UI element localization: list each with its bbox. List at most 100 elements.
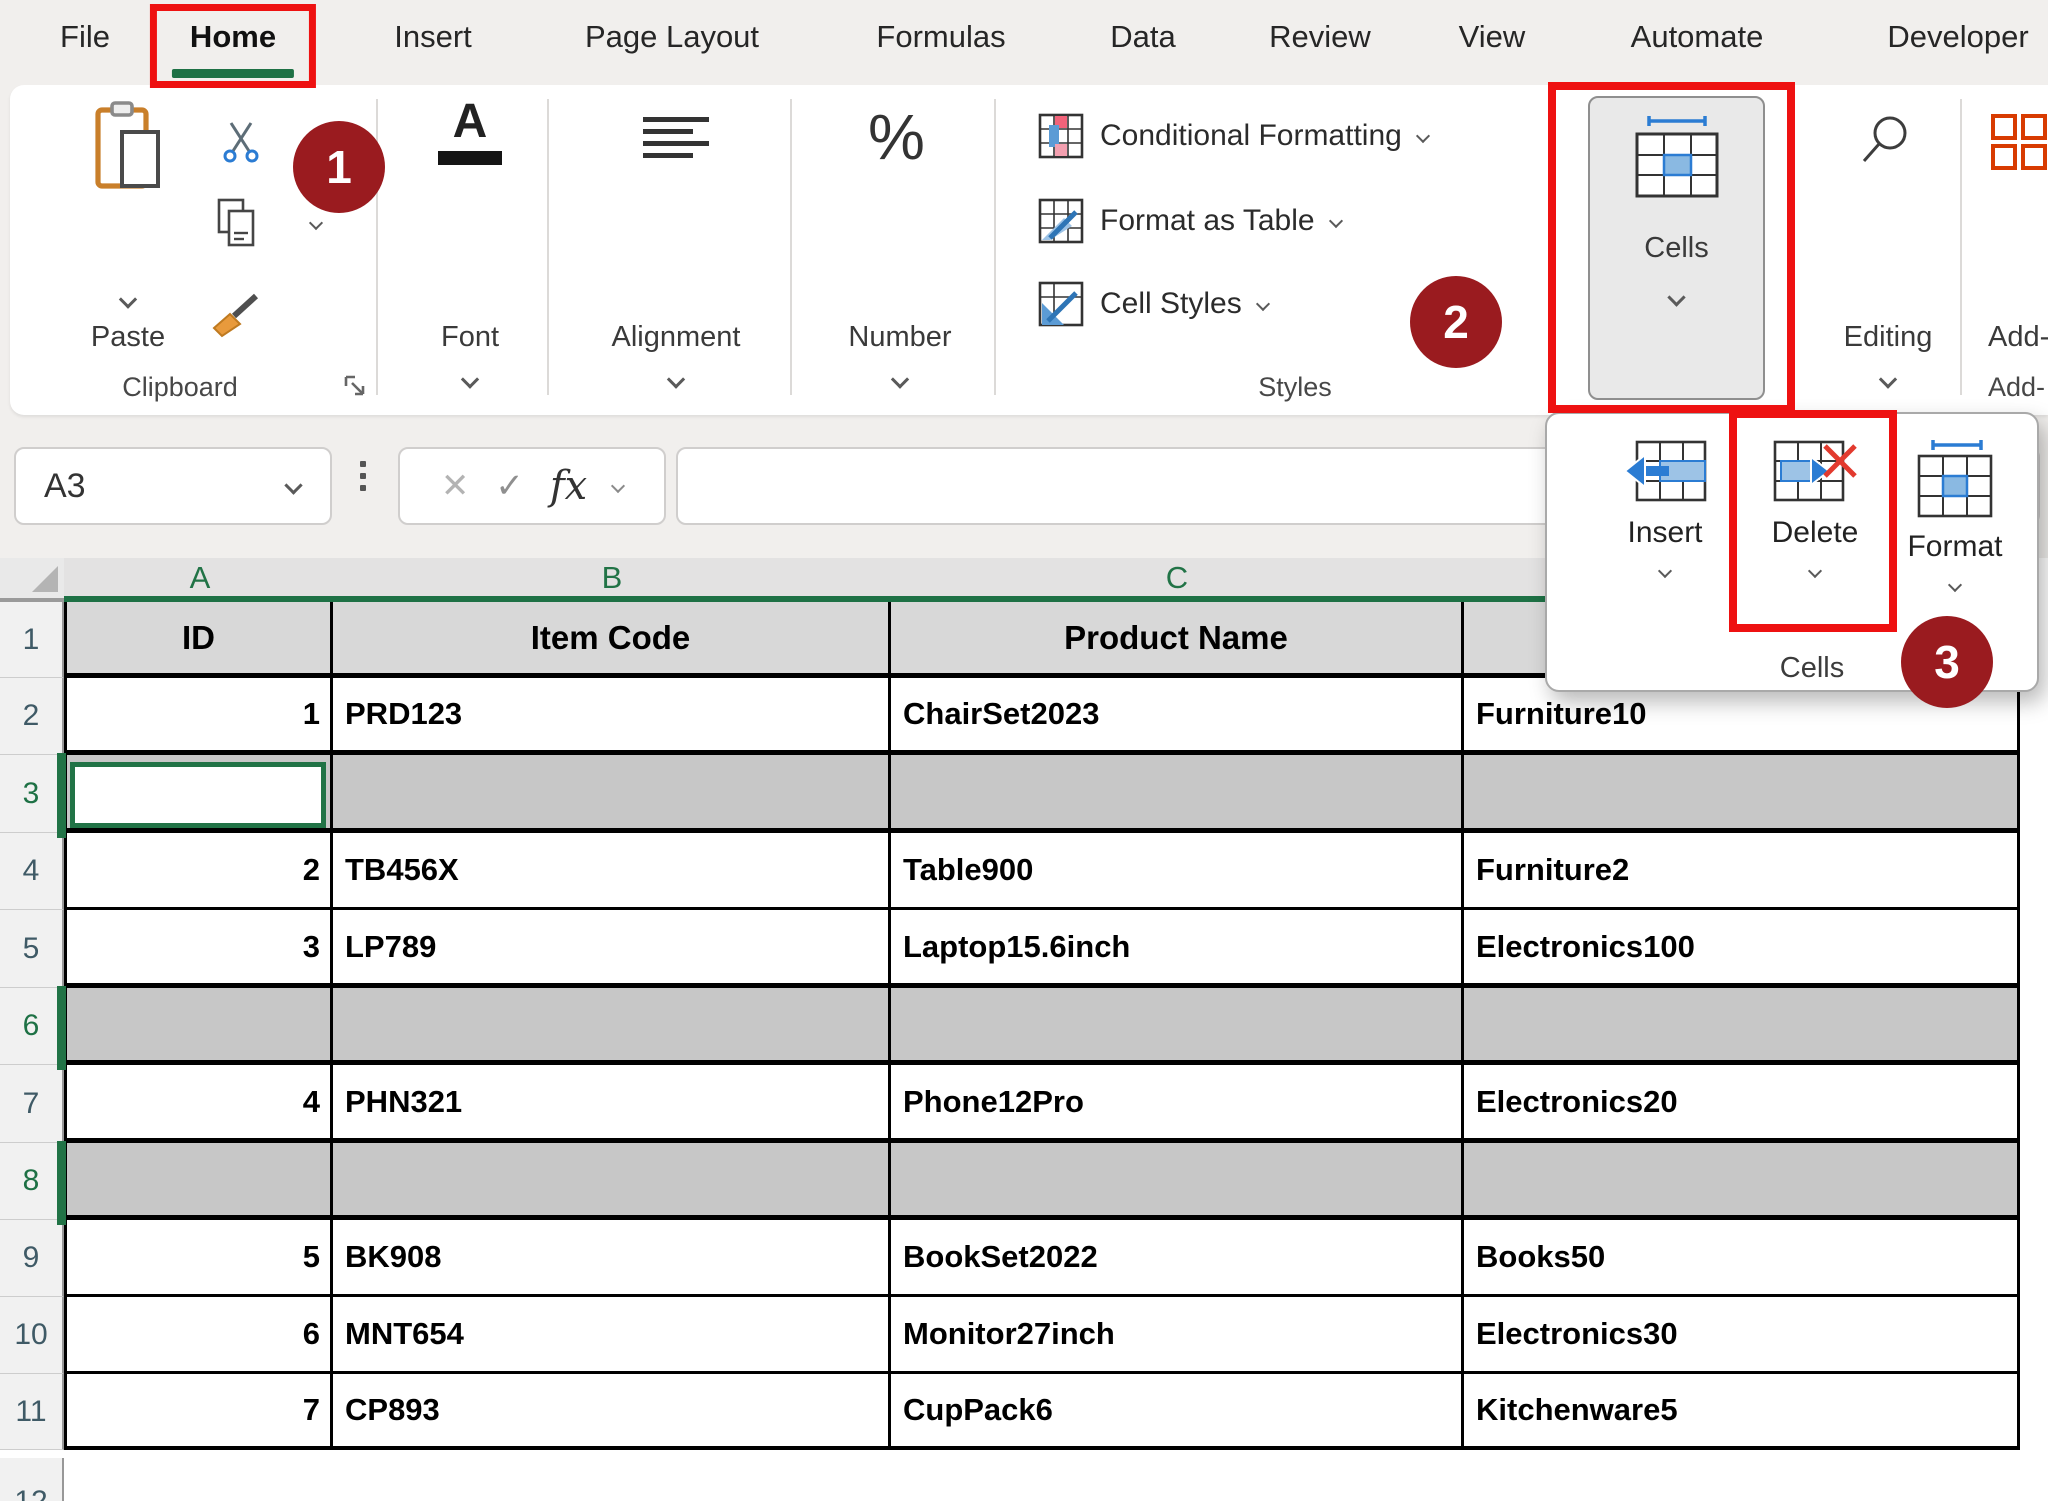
insert-function-icon[interactable]: fx xyxy=(550,463,587,509)
cell-A9[interactable]: 5 xyxy=(67,1220,333,1294)
conditional-formatting-button[interactable]: Conditional Formatting xyxy=(1038,113,1428,159)
number-percent-icon[interactable]: % xyxy=(868,105,925,169)
cell-C7[interactable]: Phone12Pro xyxy=(891,1065,1464,1138)
row-header-11[interactable]: 11 xyxy=(0,1374,64,1450)
cell-A10[interactable]: 6 xyxy=(67,1297,333,1371)
row-header-10[interactable]: 10 xyxy=(0,1297,64,1374)
row-header-12[interactable]: 12 xyxy=(0,1458,64,1501)
cut-icon[interactable] xyxy=(219,119,263,163)
alignment-icon[interactable] xyxy=(643,117,709,165)
cell-B6[interactable] xyxy=(333,988,891,1060)
cell-styles-button[interactable]: Cell Styles xyxy=(1038,281,1268,327)
cell-B5[interactable]: LP789 xyxy=(333,910,891,983)
clipboard-dialog-launcher-icon[interactable] xyxy=(342,373,368,399)
format-painter-icon[interactable] xyxy=(210,290,262,340)
cell-A6[interactable] xyxy=(67,988,333,1060)
paste-button[interactable] xyxy=(90,100,166,196)
cell-D6[interactable] xyxy=(1464,988,2020,1060)
cell-C10[interactable]: Monitor27inch xyxy=(891,1297,1464,1371)
editing-group-button-label[interactable]: Editing xyxy=(1844,321,1933,354)
active-cell-A3[interactable] xyxy=(70,762,326,828)
font-group-button-label[interactable]: Font xyxy=(441,321,499,354)
cell-C6[interactable] xyxy=(891,988,1464,1060)
cell-C2[interactable]: ChairSet2023 xyxy=(891,678,1464,750)
row-header-9[interactable]: 9 xyxy=(0,1220,64,1297)
tab-page-layout[interactable]: Page Layout xyxy=(585,18,759,56)
cell-B7[interactable]: PHN321 xyxy=(333,1065,891,1138)
cell-D10[interactable]: Electronics30 xyxy=(1464,1297,2020,1371)
editing-search-icon[interactable] xyxy=(1856,113,1916,173)
cell-C9[interactable]: BookSet2022 xyxy=(891,1220,1464,1294)
column-header-A[interactable]: A xyxy=(190,560,211,596)
format-as-table-button[interactable]: Format as Table xyxy=(1038,198,1341,244)
cell-C4[interactable]: Table900 xyxy=(891,833,1464,907)
cell-A1[interactable]: ID xyxy=(67,602,333,673)
fx-chevron-icon[interactable] xyxy=(611,479,625,493)
paste-chevron-icon[interactable] xyxy=(119,290,137,308)
cell-D4[interactable]: Furniture2 xyxy=(1464,833,2020,907)
font-chevron-icon[interactable] xyxy=(461,370,479,388)
font-icon[interactable]: A xyxy=(425,97,515,165)
cell-C11[interactable]: CupPack6 xyxy=(891,1374,1464,1446)
cell-C3[interactable] xyxy=(891,755,1464,828)
copy-icon[interactable] xyxy=(214,197,262,249)
select-all-corner[interactable] xyxy=(0,558,64,602)
alignment-chevron-icon[interactable] xyxy=(667,370,685,388)
tab-view[interactable]: View xyxy=(1459,18,1526,56)
row-header-1[interactable]: 1 xyxy=(0,602,64,678)
cell-A2[interactable]: 1 xyxy=(67,678,333,750)
tab-automate[interactable]: Automate xyxy=(1631,18,1764,56)
cell-D5[interactable]: Electronics100 xyxy=(1464,910,2020,983)
formula-bar-grip[interactable] xyxy=(360,461,366,491)
editing-chevron-icon[interactable] xyxy=(1879,370,1897,388)
cell-A5[interactable]: 3 xyxy=(67,910,333,983)
cell-B9[interactable]: BK908 xyxy=(333,1220,891,1294)
cell-B3[interactable] xyxy=(333,755,891,828)
cell-B4[interactable]: TB456X xyxy=(333,833,891,907)
row-header-8[interactable]: 8 xyxy=(0,1143,64,1220)
column-header-B[interactable]: B xyxy=(602,560,623,596)
tab-developer[interactable]: Developer xyxy=(1887,18,2028,56)
name-box[interactable]: A3 xyxy=(14,447,332,525)
cell-B2[interactable]: PRD123 xyxy=(333,678,891,750)
row-header-4[interactable]: 4 xyxy=(0,833,64,910)
add-ins-button-label[interactable]: Add- xyxy=(1988,321,2048,354)
cell-C8[interactable] xyxy=(891,1143,1464,1215)
copy-chevron-icon[interactable] xyxy=(309,216,323,230)
cell-D3[interactable] xyxy=(1464,755,2020,828)
cell-C5[interactable]: Laptop15.6inch xyxy=(891,910,1464,983)
number-group-button-label[interactable]: Number xyxy=(848,321,951,354)
row-header-6[interactable]: 6 xyxy=(0,988,64,1065)
menu-item-insert[interactable]: Insert xyxy=(1595,438,1735,576)
cell-D8[interactable] xyxy=(1464,1143,2020,1215)
cell-C1[interactable]: Product Name xyxy=(891,602,1464,673)
cell-A7[interactable]: 4 xyxy=(67,1065,333,1138)
menu-item-format[interactable]: Format xyxy=(1885,438,2025,590)
row-header-5[interactable]: 5 xyxy=(0,910,64,988)
cell-B10[interactable]: MNT654 xyxy=(333,1297,891,1371)
tab-data[interactable]: Data xyxy=(1110,18,1175,56)
cell-D9[interactable]: Books50 xyxy=(1464,1220,2020,1294)
name-box-chevron-icon[interactable] xyxy=(284,476,302,494)
row-header-2[interactable]: 2 xyxy=(0,678,64,755)
cell-A8[interactable] xyxy=(67,1143,333,1215)
cell-B11[interactable]: CP893 xyxy=(333,1374,891,1446)
column-header-C[interactable]: C xyxy=(1166,560,1188,596)
cancel-icon[interactable]: ✕ xyxy=(441,466,470,506)
cell-B1[interactable]: Item Code xyxy=(333,602,891,673)
row-header-7[interactable]: 7 xyxy=(0,1065,64,1143)
tab-home[interactable]: Home xyxy=(190,18,276,56)
row-header-3[interactable]: 3 xyxy=(0,755,64,833)
number-chevron-icon[interactable] xyxy=(891,370,909,388)
cell-A4[interactable]: 2 xyxy=(67,833,333,907)
alignment-group-button-label[interactable]: Alignment xyxy=(612,321,741,354)
add-ins-icon[interactable] xyxy=(1990,113,2048,171)
cell-D11[interactable]: Kitchenware5 xyxy=(1464,1374,2020,1446)
cell-D7[interactable]: Electronics20 xyxy=(1464,1065,2020,1138)
tab-formulas[interactable]: Formulas xyxy=(876,18,1005,56)
enter-icon[interactable]: ✓ xyxy=(495,466,524,506)
tab-file[interactable]: File xyxy=(60,18,110,56)
cell-B8[interactable] xyxy=(333,1143,891,1215)
cell-A11[interactable]: 7 xyxy=(67,1374,333,1446)
tab-review[interactable]: Review xyxy=(1269,18,1371,56)
